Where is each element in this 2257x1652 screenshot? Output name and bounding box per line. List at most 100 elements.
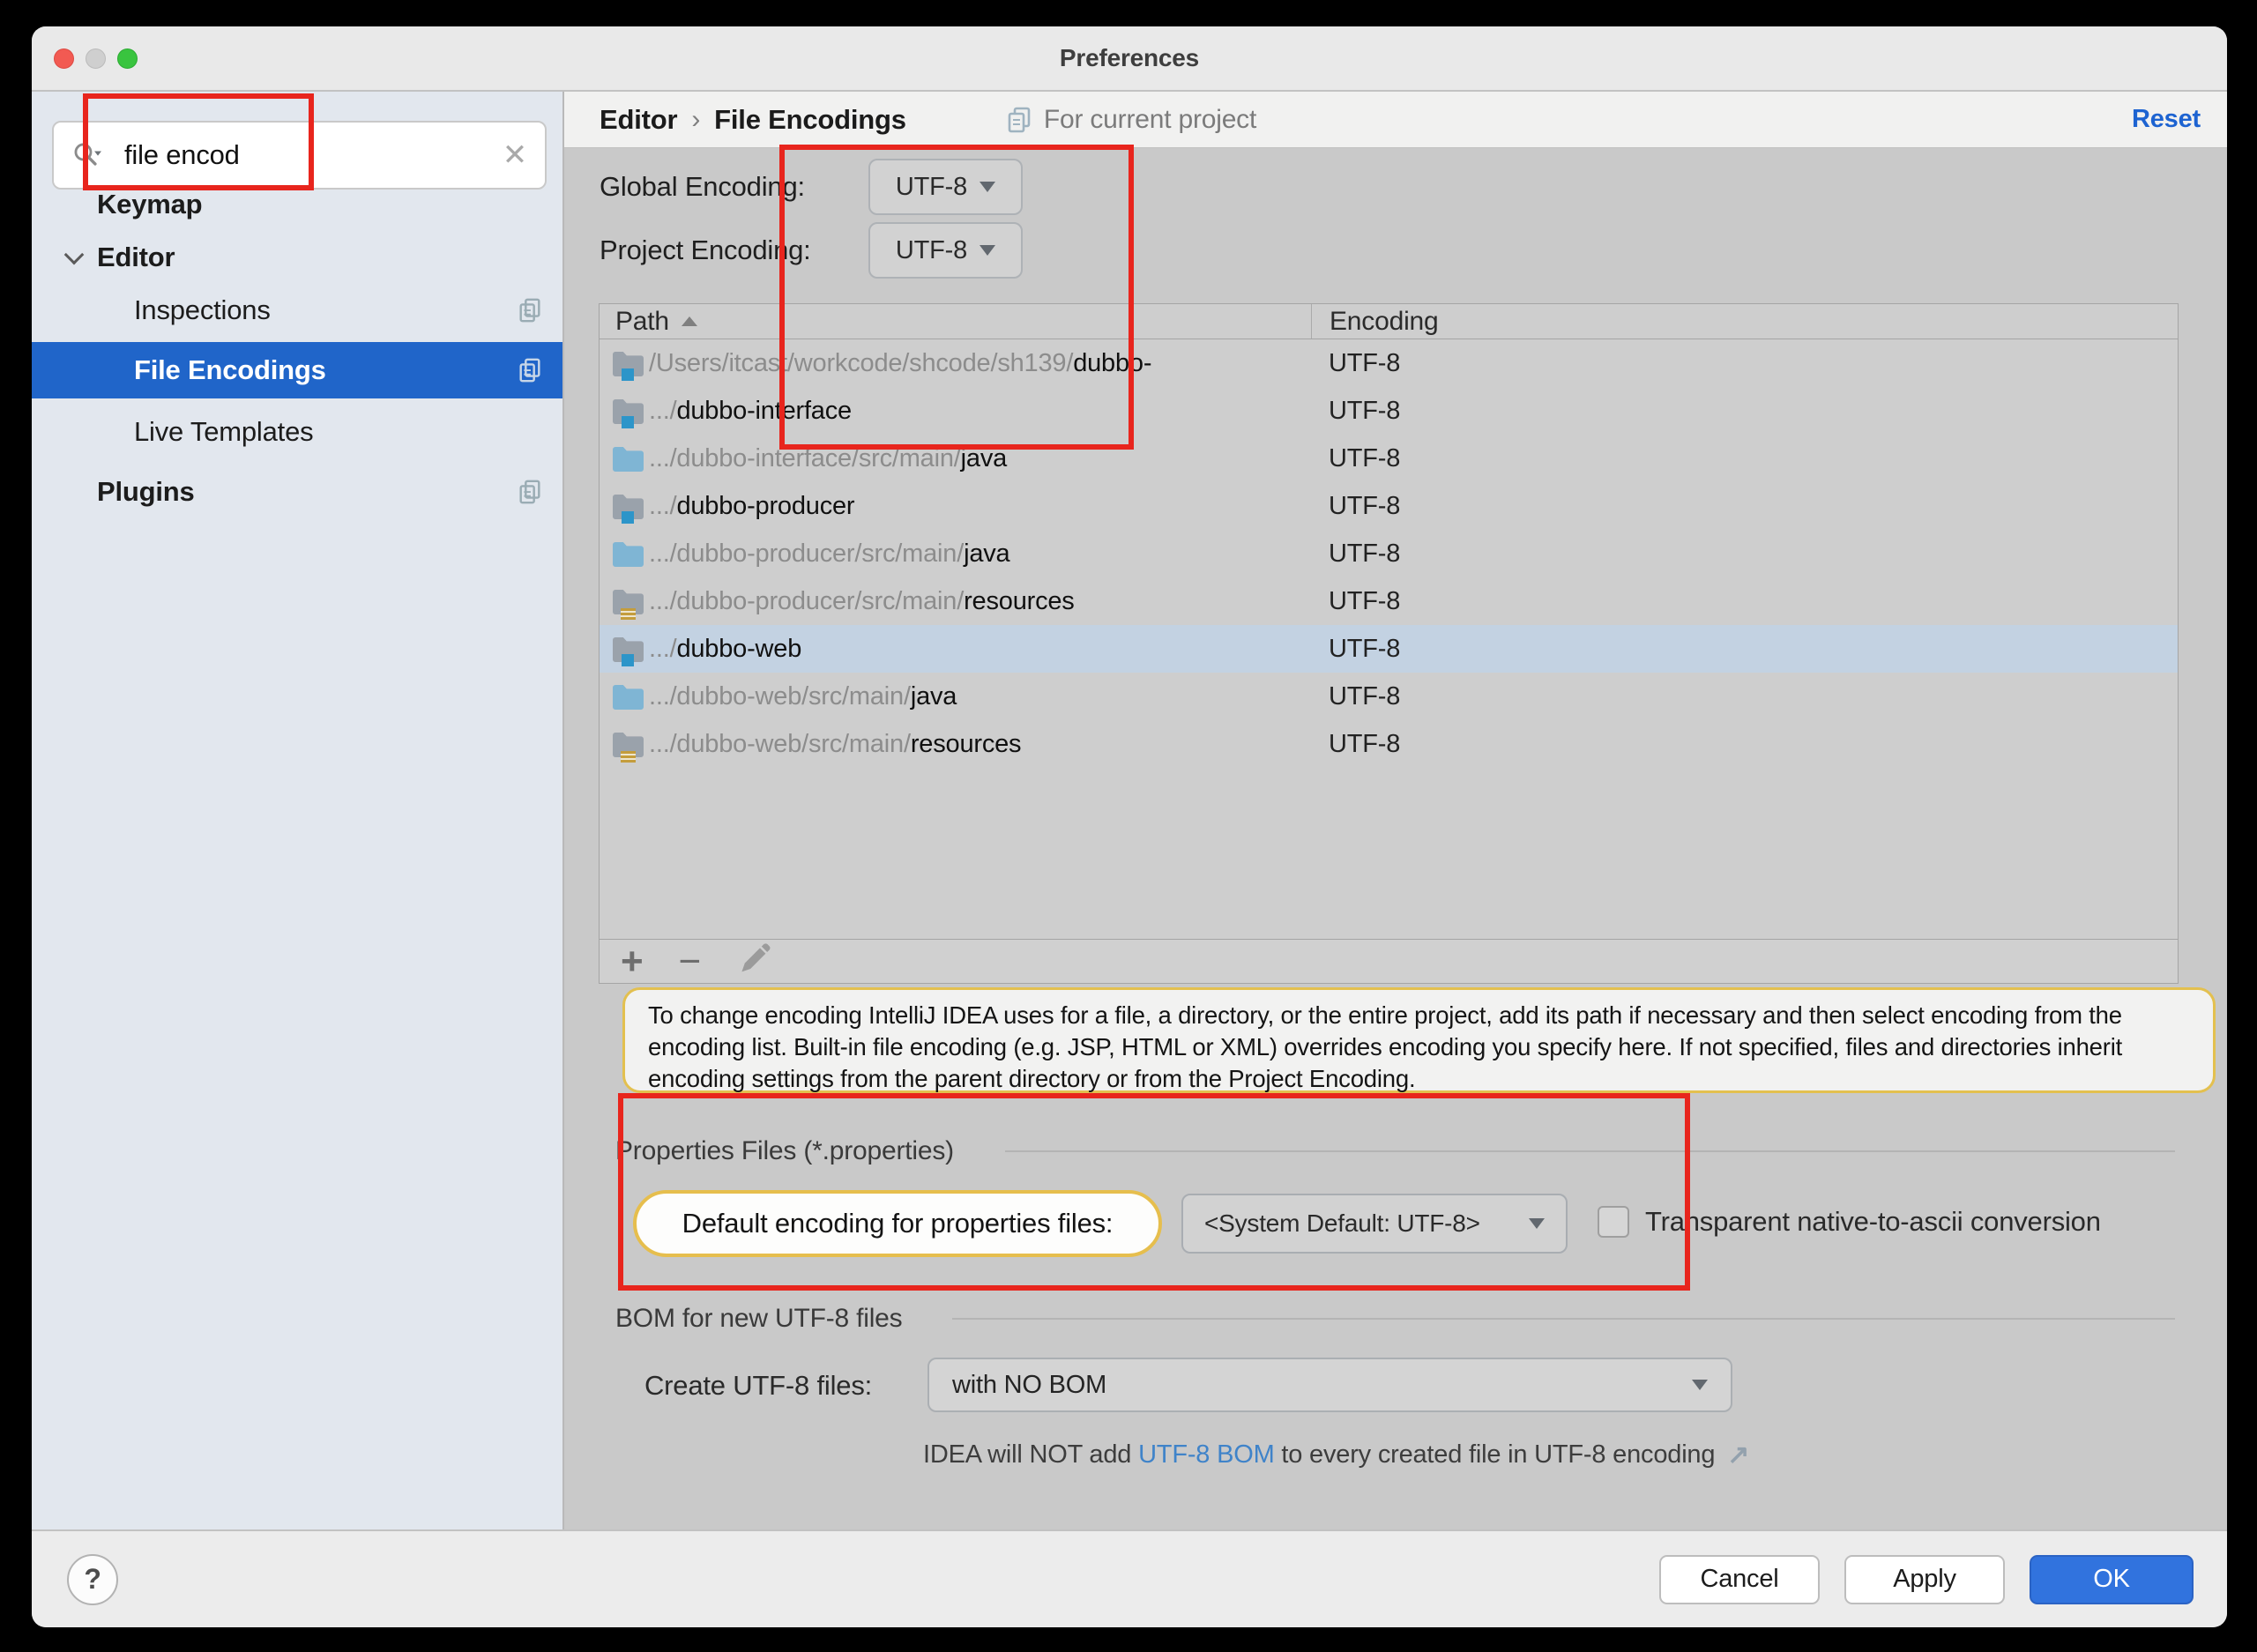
encoding-cell[interactable]: UTF-8 <box>1311 397 2178 426</box>
dialog-footer: ? Cancel Apply OK <box>32 1529 2227 1627</box>
add-path-button[interactable]: + <box>621 944 644 979</box>
global-encoding-dropdown[interactable]: UTF-8 <box>868 159 1023 215</box>
encoding-description: To change encoding IntelliJ IDEA uses fo… <box>622 987 2216 1093</box>
external-link-arrow-icon: ↗ <box>1727 1440 1749 1470</box>
bom-group-title: BOM for new UTF-8 files <box>615 1299 902 1338</box>
sidebar-item-inspections[interactable]: Inspections <box>32 282 562 339</box>
window-title: Preferences <box>32 44 2227 72</box>
project-encoding-label: Project Encoding: <box>600 222 811 279</box>
properties-default-encoding-dropdown[interactable]: <System Default: UTF-8> <box>1181 1194 1568 1254</box>
table-row[interactable]: .../dubbo-interfaceUTF-8 <box>600 387 2178 435</box>
properties-files-group-title: Properties Files (*.properties) <box>615 1132 954 1171</box>
settings-content: Editor › File Encodings For current proj… <box>564 92 2227 1529</box>
overlapping-pages-icon <box>517 479 543 505</box>
sidebar-item-keymap[interactable]: Keymap <box>32 176 562 233</box>
path-cell: .../dubbo-web/src/main/resources <box>649 730 1311 759</box>
encoding-cell[interactable]: UTF-8 <box>1311 730 2178 759</box>
magnifier-icon <box>71 140 101 170</box>
sidebar-item-plugins[interactable]: Plugins <box>32 464 562 520</box>
pencil-icon[interactable] <box>736 941 771 981</box>
overlapping-pages-icon <box>1005 106 1033 134</box>
preferences-window: Preferences ✕ KeymapEditorInspectionsFil… <box>32 26 2227 1627</box>
sidebar-item-label: File Encodings <box>134 354 517 386</box>
breadcrumb: Editor › File Encodings For current proj… <box>564 92 2227 148</box>
path-cell: .../dubbo-web <box>649 635 1311 664</box>
column-header-encoding[interactable]: Encoding <box>1311 304 2178 339</box>
scope-switcher[interactable]: For current project <box>1005 105 1256 135</box>
resources-folder-icon <box>610 585 647 617</box>
create-utf8-value: with NO BOM <box>952 1371 1106 1400</box>
create-utf8-dropdown[interactable]: with NO BOM <box>927 1358 1732 1412</box>
path-cell: .../dubbo-interface/src/main/java <box>649 444 1311 473</box>
scope-label: For current project <box>1044 105 1256 135</box>
search-input[interactable] <box>101 139 503 171</box>
chevron-expanded-icon[interactable] <box>67 246 83 262</box>
path-cell: .../dubbo-producer/src/main/java <box>649 540 1311 569</box>
hint-prefix: IDEA will NOT add <box>923 1440 1138 1470</box>
title-bar: Preferences <box>32 26 2227 92</box>
encoding-cell[interactable]: UTF-8 <box>1311 587 2178 616</box>
table-row[interactable]: .../dubbo-producer/src/main/javaUTF-8 <box>600 530 2178 577</box>
path-cell: .../dubbo-producer <box>649 492 1311 521</box>
module-folder-icon <box>610 490 647 522</box>
column-header-path[interactable]: Path <box>600 304 1311 339</box>
properties-default-encoding-value: <System Default: UTF-8> <box>1204 1209 1480 1238</box>
encoding-header-label: Encoding <box>1330 307 1439 337</box>
source-folder-icon <box>610 443 647 474</box>
table-row[interactable]: .../dubbo-webUTF-8 <box>600 625 2178 673</box>
apply-button[interactable]: Apply <box>1844 1555 2005 1604</box>
encoding-cell[interactable]: UTF-8 <box>1311 682 2178 711</box>
overlapping-pages-icon <box>517 297 543 324</box>
sidebar-item-label: Live Templates <box>134 416 562 448</box>
project-encoding-dropdown[interactable]: UTF-8 <box>868 222 1023 279</box>
sidebar-item-editor[interactable]: Editor <box>32 229 562 286</box>
reset-link[interactable]: Reset <box>2132 105 2201 134</box>
global-encoding-label: Global Encoding: <box>600 159 805 215</box>
chevron-down-icon <box>980 182 995 192</box>
sidebar-item-file-encodings[interactable]: File Encodings <box>32 342 562 398</box>
sidebar-item-live-templates[interactable]: Live Templates <box>32 404 562 460</box>
default-encoding-label-highlighted: Default encoding for properties files: <box>633 1190 1162 1257</box>
utf8-bom-link[interactable]: UTF-8 BOM <box>1138 1440 1274 1470</box>
cancel-button[interactable]: Cancel <box>1659 1555 1820 1604</box>
hint-suffix: to every created file in UTF-8 encoding <box>1275 1440 1716 1470</box>
encoding-cell[interactable]: UTF-8 <box>1311 349 2178 378</box>
source-folder-icon <box>610 538 647 569</box>
encoding-cell[interactable]: UTF-8 <box>1311 492 2178 521</box>
help-button[interactable]: ? <box>67 1554 118 1605</box>
path-header-label: Path <box>615 307 669 337</box>
path-cell: .../dubbo-producer/src/main/resources <box>649 587 1311 616</box>
table-row[interactable]: .../dubbo-producer/src/main/resourcesUTF… <box>600 577 2178 625</box>
encoding-cell[interactable]: UTF-8 <box>1311 635 2178 664</box>
transparent-conversion-label: Transparent native-to-ascii conversion <box>1645 1202 2101 1241</box>
clear-x-icon[interactable]: ✕ <box>503 140 527 170</box>
overlapping-pages-icon <box>517 357 543 383</box>
encoding-cell[interactable]: UTF-8 <box>1311 444 2178 473</box>
table-row[interactable]: .../dubbo-interface/src/main/javaUTF-8 <box>600 435 2178 482</box>
settings-sidebar: ✕ KeymapEditorInspections File Encodings L… <box>32 92 564 1529</box>
remove-path-button[interactable]: − <box>679 944 702 979</box>
module-folder-icon <box>610 395 647 427</box>
breadcrumb-section[interactable]: Editor <box>600 104 677 136</box>
transparent-conversion-checkbox[interactable] <box>1598 1206 1629 1238</box>
source-folder-icon <box>610 681 647 712</box>
path-encoding-table: Path Encoding /Users/itcast/workcode/shc… <box>599 303 2179 940</box>
path-cell: .../dubbo-web/src/main/java <box>649 682 1311 711</box>
group-divider <box>952 1318 2175 1320</box>
breadcrumb-separator: › <box>691 105 700 135</box>
sort-ascending-icon <box>682 316 697 326</box>
ok-button[interactable]: OK <box>2030 1555 2194 1604</box>
table-row[interactable]: /Users/itcast/workcode/shcode/sh139/dubb… <box>600 339 2178 387</box>
module-folder-icon <box>610 633 647 665</box>
create-utf8-label: Create UTF-8 files: <box>644 1359 872 1412</box>
table-row[interactable]: .../dubbo-web/src/main/javaUTF-8 <box>600 673 2178 720</box>
table-header-row: Path Encoding <box>600 304 2178 339</box>
table-row[interactable]: .../dubbo-web/src/main/resourcesUTF-8 <box>600 720 2178 768</box>
module-folder-icon <box>610 347 647 379</box>
table-toolbar: + − <box>599 940 2179 984</box>
global-encoding-value: UTF-8 <box>896 173 967 202</box>
encoding-cell[interactable]: UTF-8 <box>1311 540 2178 569</box>
table-row[interactable]: .../dubbo-producerUTF-8 <box>600 482 2178 530</box>
path-cell: /Users/itcast/workcode/shcode/sh139/dubb… <box>649 349 1311 378</box>
sidebar-item-label: Plugins <box>97 476 517 508</box>
